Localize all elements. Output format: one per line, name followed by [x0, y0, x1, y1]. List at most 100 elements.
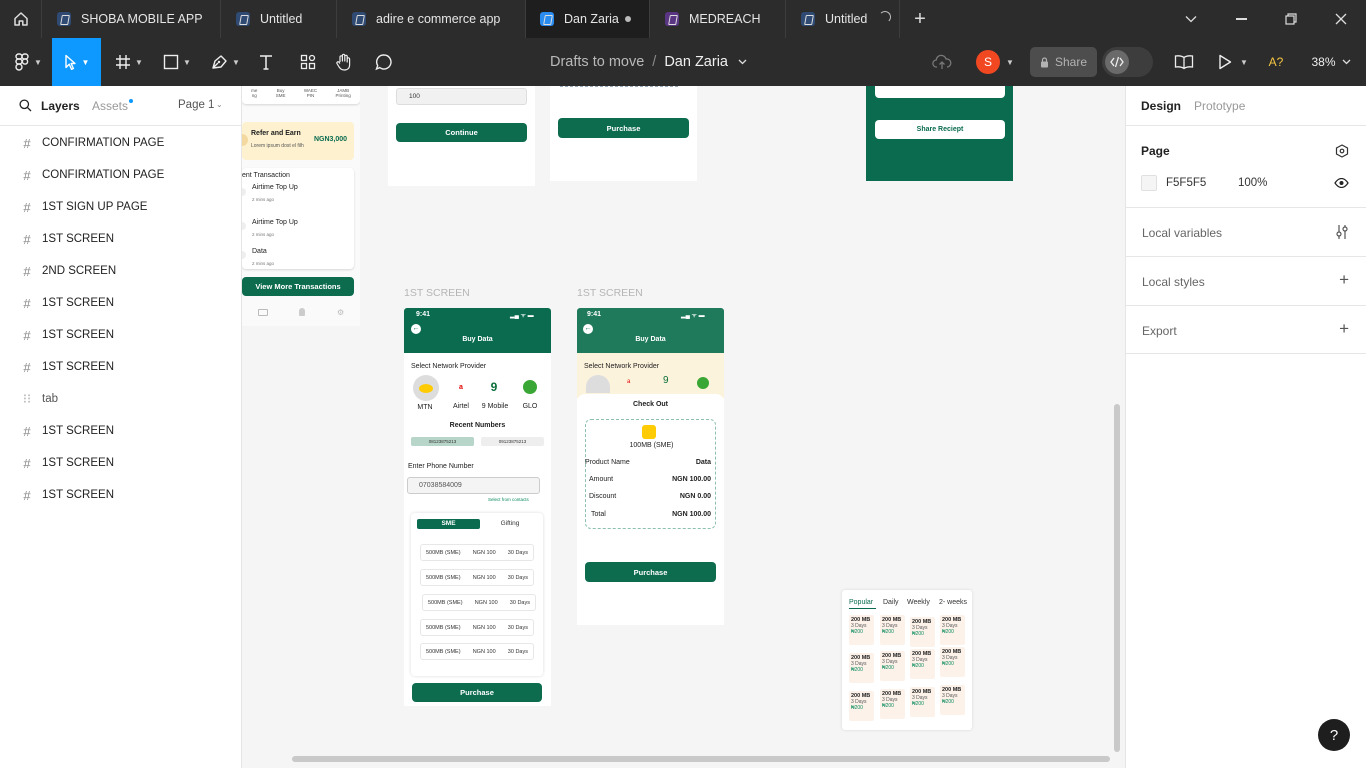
vertical-scrollbar[interactable] — [1114, 404, 1120, 752]
layer-item[interactable]: ⁝⁝ tab — [0, 383, 241, 415]
layer-item[interactable]: #2ND SCREEN — [0, 255, 241, 287]
9mobile-logo-icon[interactable]: 9 — [482, 375, 506, 399]
amount-entry-frame[interactable]: 100 Continue — [388, 86, 535, 186]
plan-row[interactable]: 500MB (SME) NGN 100 30 Days — [420, 619, 534, 636]
resources-tool-button[interactable] — [294, 38, 322, 86]
data-plans-frame[interactable]: Popular Daily Weekly 2- weeks 200 MB 3 Da… — [842, 590, 972, 730]
tab-assets[interactable]: Assets — [92, 99, 128, 113]
layer-item[interactable]: #1ST SCREEN — [0, 223, 241, 255]
page-style-icon[interactable] — [1335, 144, 1349, 158]
plan-tab-2-weeks[interactable]: 2- weeks — [939, 599, 967, 606]
layer-item[interactable]: #1ST SCREEN — [0, 447, 241, 479]
text-tool-button[interactable] — [252, 38, 280, 86]
file-tab-adire[interactable]: adire e commerce app — [337, 0, 526, 38]
quick-action-label[interactable]: me ng — [251, 88, 257, 104]
page-selector[interactable]: Page 1 — [178, 99, 214, 111]
move-tool-button[interactable]: ▼ — [52, 38, 101, 86]
airtel-logo-icon[interactable]: a — [449, 375, 473, 399]
share-button[interactable]: Share — [1030, 47, 1097, 77]
frame-label[interactable]: 1ST SCREEN — [404, 287, 470, 299]
plan-row[interactable]: 500MB (SME) NGN 100 30 Days — [422, 594, 536, 611]
file-tab-medreach[interactable]: MEDREACH — [650, 0, 786, 38]
plan-card[interactable]: 200 MB 3 Days ₦200 — [849, 653, 874, 683]
receipt-frame[interactable]: Share Reciept — [866, 86, 1013, 181]
continue-button[interactable]: Continue — [396, 123, 527, 142]
purchase-frame[interactable]: Purchase — [550, 86, 697, 181]
plan-row[interactable]: 500MB (SME) NGN 100 30 Days — [420, 544, 534, 561]
design-canvas[interactable]: me ng Buy SME WAEC PIN JAMB Printing Ref… — [242, 86, 1125, 768]
tab-sme[interactable]: SME — [417, 519, 480, 529]
tab-design[interactable]: Design — [1141, 99, 1181, 113]
buy-data-frame[interactable]: 9:41 ▂▄ ᯤ ▬ ← Buy Data Select Network Pr… — [404, 308, 551, 706]
purchase-button[interactable]: Purchase — [412, 683, 542, 702]
mtn-logo-icon[interactable] — [413, 375, 439, 401]
main-menu-button[interactable]: ▼ — [8, 38, 48, 86]
new-tab-button[interactable]: + — [900, 0, 940, 38]
plan-row[interactable]: 500MB (SME) NGN 100 30 Days — [420, 569, 534, 586]
shape-tool-button[interactable]: ▼ — [156, 38, 198, 86]
missing-fonts-button[interactable]: A? — [1262, 38, 1290, 86]
layer-item[interactable]: # CONFIRMATION PAGE — [0, 159, 241, 191]
plan-card[interactable]: 200 MB 3 Days ₦200 — [940, 647, 965, 677]
glo-logo-icon[interactable] — [518, 375, 542, 399]
search-icon[interactable] — [19, 99, 32, 112]
variables-sliders-icon[interactable] — [1335, 224, 1349, 240]
local-styles-section[interactable]: Local styles + — [1126, 257, 1366, 306]
plan-tab-weekly[interactable]: Weekly — [907, 599, 930, 606]
plan-tab-popular[interactable]: Popular — [849, 599, 873, 606]
plan-tab-daily[interactable]: Daily — [883, 599, 899, 606]
comment-tool-button[interactable] — [370, 38, 398, 86]
home-button[interactable] — [0, 0, 42, 38]
tab-prototype[interactable]: Prototype — [1194, 99, 1245, 113]
pen-tool-button[interactable]: ▼ — [204, 38, 246, 86]
frame-tool-button[interactable]: ▼ — [108, 38, 150, 86]
wallet-icon[interactable] — [257, 308, 268, 316]
plan-card[interactable]: 200 MB 3 Days ₦200 — [910, 687, 935, 717]
eye-icon[interactable] — [1334, 178, 1349, 188]
recent-number-chip[interactable]: 08123875213 — [411, 437, 474, 446]
refer-card[interactable]: Refer and Earn Lorem ipsum dost el filh … — [242, 122, 354, 160]
purchase-button[interactable]: Purchase — [585, 562, 716, 582]
tab-overflow-button[interactable] — [1166, 0, 1216, 38]
plan-card[interactable]: 200 MB 3 Days ₦200 — [880, 651, 905, 681]
plan-row[interactable]: 500MB (SME) NGN 100 30 Days — [420, 643, 534, 660]
quick-action-label[interactable]: Buy SME — [276, 88, 286, 104]
file-tab-untitled[interactable]: Untitled — [221, 0, 337, 38]
close-window-button[interactable] — [1316, 0, 1366, 38]
chevron-down-icon[interactable]: ⌄ — [216, 100, 223, 109]
file-tab-shoba[interactable]: SHOBA MOBILE APP — [42, 0, 221, 38]
layer-item[interactable]: #1ST SCREEN — [0, 319, 241, 351]
library-button[interactable] — [1170, 38, 1198, 86]
quick-action-label[interactable]: WAEC PIN — [304, 88, 317, 104]
frame-label[interactable]: 1ST SCREEN — [577, 287, 643, 299]
layer-item[interactable]: #1ST SCREEN — [0, 351, 241, 383]
amount-input[interactable]: 100 — [396, 88, 527, 105]
recent-number-chip[interactable]: 09123875213 — [481, 437, 544, 446]
cloud-sync-button[interactable] — [928, 38, 956, 86]
minimize-button[interactable] — [1216, 0, 1266, 38]
phone-input[interactable]: 07038584009 — [407, 477, 540, 494]
plan-card[interactable]: 200 MB 3 Days ₦200 — [849, 615, 874, 645]
checkout-frame[interactable]: 9:41 ▂▄ ᯤ ▬ ← Buy Data Select Network Pr… — [577, 308, 724, 625]
select-contacts-link[interactable]: Select from contacts — [488, 497, 529, 502]
layer-item[interactable]: #1ST SCREEN — [0, 287, 241, 319]
export-section[interactable]: Export + — [1126, 306, 1366, 354]
zoom-menu[interactable]: 38% — [1302, 38, 1360, 86]
page-color-swatch[interactable] — [1141, 175, 1157, 191]
plan-card[interactable]: 200 MB 3 Days ₦200 — [849, 691, 874, 721]
file-name[interactable]: Dan Zaria — [664, 54, 728, 70]
home-screen-frame[interactable]: me ng Buy SME WAEC PIN JAMB Printing Ref… — [242, 86, 360, 326]
plan-card[interactable]: 200 MB 3 Days ₦200 — [880, 615, 905, 645]
user-avatar-button[interactable]: S ▼ — [970, 38, 1020, 86]
chevron-down-icon[interactable] — [738, 59, 747, 65]
page-color-hex[interactable]: F5F5F5 — [1166, 177, 1206, 189]
layer-item[interactable]: # CONFIRMATION PAGE — [0, 127, 241, 159]
settings-gear-icon[interactable]: ⚙ — [337, 308, 344, 317]
profile-icon[interactable] — [299, 308, 306, 316]
tab-layers[interactable]: Layers — [41, 99, 80, 113]
file-tab-untitled-2[interactable]: Untitled — [786, 0, 900, 38]
plan-card[interactable]: 200 MB 3 Days ₦200 — [940, 685, 965, 715]
help-button[interactable]: ? — [1318, 719, 1350, 751]
plan-card[interactable]: 200 MB 3 Days ₦200 — [910, 649, 935, 679]
layer-item[interactable]: #1ST SIGN UP PAGE — [0, 191, 241, 223]
